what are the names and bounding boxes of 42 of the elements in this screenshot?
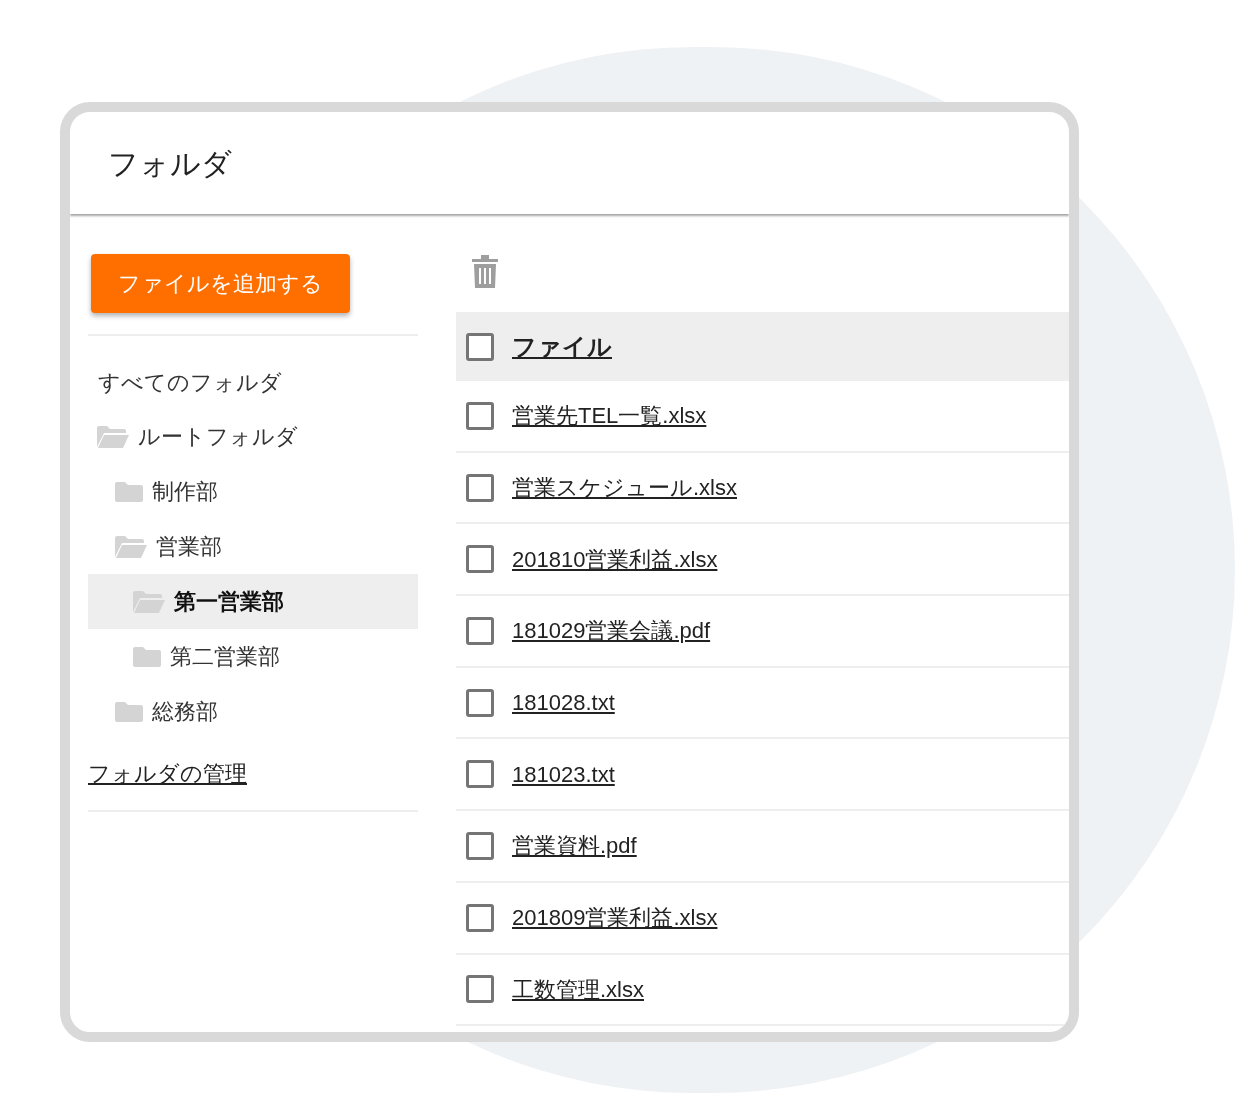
checkbox[interactable]: [466, 332, 494, 361]
window-title: フォルダ: [108, 145, 232, 182]
file-link[interactable]: 181028.txt: [512, 686, 615, 720]
checkbox[interactable]: [466, 616, 494, 645]
file-link[interactable]: 181029営業会議.pdf: [512, 614, 711, 648]
folder-label: ルートフォルダ: [138, 423, 298, 451]
folder-icon: [114, 700, 144, 723]
file-link[interactable]: 201810営業利益.xlsx: [512, 542, 718, 576]
all-folders-link[interactable]: すべてのフォルダ: [88, 366, 418, 399]
file-link[interactable]: 営業資料.pdf: [512, 829, 637, 863]
open-folder-icon: [132, 589, 166, 614]
trash-icon[interactable]: [471, 254, 499, 290]
folder-label: 第二営業部: [170, 643, 280, 671]
folder-tree-item[interactable]: 営業部: [88, 519, 418, 574]
open-folder-icon: [96, 424, 130, 449]
file-link[interactable]: 181023.txt: [512, 757, 615, 791]
folder-icon: [132, 645, 162, 668]
checkbox[interactable]: [466, 903, 494, 932]
checkbox[interactable]: [466, 760, 494, 789]
column-heading[interactable]: ファイル: [512, 328, 612, 365]
file-link[interactable]: 201809営業利益.xlsx: [512, 901, 718, 935]
manage-folders-link[interactable]: フォルダの管理: [88, 761, 247, 786]
folder-label: 営業部: [156, 533, 222, 561]
file-link[interactable]: 営業スケジュール.xlsx: [512, 471, 737, 505]
folder-tree-item[interactable]: 第一営業部: [88, 574, 418, 629]
checkbox[interactable]: [466, 831, 494, 860]
checkbox[interactable]: [466, 473, 494, 502]
folder-tree-item[interactable]: 制作部: [88, 464, 418, 519]
file-link[interactable]: 営業先TEL一覧.xlsx: [512, 399, 707, 433]
open-folder-icon: [114, 534, 148, 559]
folder-label: 制作部: [152, 478, 218, 506]
folder-label: 第一営業部: [174, 588, 284, 616]
folder-label: 総務部: [152, 698, 218, 726]
checkbox[interactable]: [466, 975, 494, 1004]
checkbox[interactable]: [466, 545, 494, 574]
folder-tree-item[interactable]: ルートフォルダ: [88, 409, 418, 464]
checkbox[interactable]: [466, 401, 494, 430]
folder-tree-item[interactable]: 第二営業部: [88, 629, 418, 684]
checkbox[interactable]: [466, 688, 494, 717]
file-link[interactable]: 工数管理.xlsx: [512, 972, 644, 1006]
folder-tree-item[interactable]: 総務部: [88, 684, 418, 739]
folder-icon: [114, 480, 144, 503]
